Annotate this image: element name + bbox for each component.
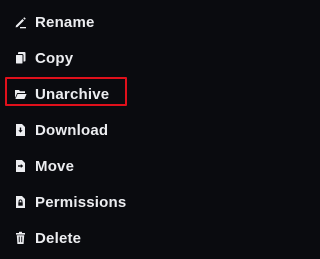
menu-item-rename[interactable]: Rename [0,4,229,40]
menu-item-label: Copy [35,49,74,67]
menu-item-label: Permissions [35,193,127,211]
file-lock-icon [14,195,27,209]
menu-item-download[interactable]: Download [0,112,229,148]
trash-icon [14,231,27,245]
folder-open-icon [14,87,27,101]
menu-item-label: Move [35,157,75,175]
context-menu: Rename Copy Unarchive Download Move Perm… [0,0,229,259]
menu-item-label: Rename [35,13,95,31]
menu-item-move[interactable]: Move [0,148,229,184]
menu-item-copy[interactable]: Copy [0,40,229,76]
copy-icon [14,51,27,65]
menu-item-delete[interactable]: Delete [0,220,229,256]
menu-item-label: Delete [35,229,82,247]
menu-item-unarchive[interactable]: Unarchive [0,76,229,112]
menu-item-label: Unarchive [35,85,110,103]
menu-item-permissions[interactable]: Permissions [0,184,229,220]
file-download-icon [14,123,27,137]
menu-item-label: Download [35,121,109,139]
file-move-icon [14,159,27,173]
pencil-icon [14,15,27,29]
